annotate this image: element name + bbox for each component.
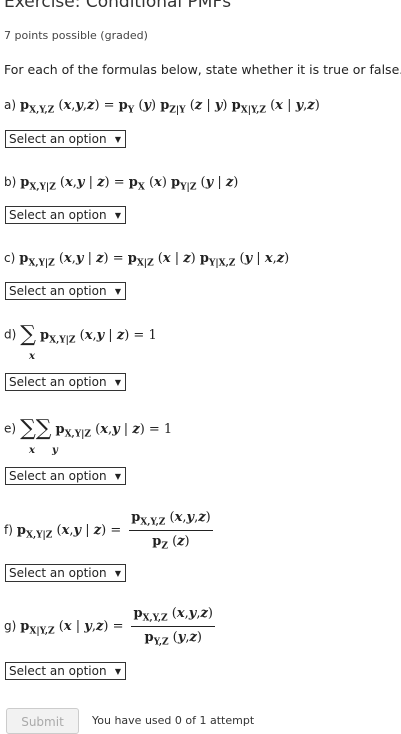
dropdown-arrow-icon: ▼ bbox=[114, 569, 121, 578]
sum-index-x: x bbox=[29, 445, 35, 456]
question-e-select[interactable]: Select an option ▼ bbox=[5, 467, 126, 485]
question-c-formula: c) pX,Y|Z (x,y | z) = pX|Z (x | z) pY|X,… bbox=[4, 251, 290, 269]
question-d-label: d) bbox=[4, 327, 17, 342]
sum-symbol: ∑ bbox=[35, 416, 52, 441]
question-c-label: c) bbox=[4, 251, 16, 265]
question-f-select[interactable]: Select an option ▼ bbox=[5, 564, 126, 582]
question-a-label: a) bbox=[4, 98, 17, 112]
dropdown-arrow-icon: ▼ bbox=[114, 378, 121, 387]
sum-index-x: x bbox=[29, 351, 35, 362]
question-c-select[interactable]: Select an option ▼ bbox=[5, 282, 126, 300]
sum-symbol: ∑ bbox=[20, 416, 36, 441]
question-f-label: f) bbox=[4, 523, 13, 538]
points-info: 7 points possible (graded) bbox=[4, 29, 148, 42]
question-a-formula: a) pX,Y,Z (x,y,z) = pY (y) pZ|Y (z | y) … bbox=[4, 98, 320, 116]
fraction: pX,Y,Z (x,y,z) pZ (z) bbox=[129, 510, 213, 552]
question-a-select[interactable]: Select an option ▼ bbox=[5, 130, 126, 148]
instructions: For each of the formulas below, state wh… bbox=[4, 62, 401, 77]
question-b-formula: b) pX,Y|Z (x,y | z) = pX (x) pY|Z (y | z… bbox=[4, 175, 239, 193]
question-e-formula: e) ∑∑ pX,Y|Z (x,y | z) = 1 bbox=[4, 416, 173, 441]
dropdown-arrow-icon: ▼ bbox=[114, 472, 121, 481]
sum-symbol: ∑ bbox=[20, 322, 37, 347]
question-g-formula: g) pX|Y,Z (x | y,z) = pX,Y,Z (x,y,z) pY,… bbox=[4, 606, 215, 648]
sum-index-y: y bbox=[52, 445, 58, 456]
dropdown-arrow-icon: ▼ bbox=[114, 135, 121, 144]
question-f-formula: f) pX,Y|Z (x,y | z) = pX,Y,Z (x,y,z) pZ … bbox=[4, 510, 213, 552]
question-e-label: e) bbox=[4, 421, 17, 436]
fraction: pX,Y,Z (x,y,z) pY,Z (y,z) bbox=[131, 606, 215, 648]
dropdown-arrow-icon: ▼ bbox=[114, 211, 121, 220]
question-b-label: b) bbox=[4, 175, 17, 189]
question-d-select[interactable]: Select an option ▼ bbox=[5, 373, 126, 391]
dropdown-arrow-icon: ▼ bbox=[114, 667, 121, 676]
exercise-title: Exercise: Conditional PMFs bbox=[4, 0, 232, 12]
question-g-label: g) bbox=[4, 619, 17, 634]
question-d-formula: d) ∑ pX,Y|Z (x,y | z) = 1 bbox=[4, 322, 157, 347]
attempts-info: You have used 0 of 1 attempt bbox=[92, 714, 255, 727]
dropdown-arrow-icon: ▼ bbox=[114, 287, 121, 296]
question-g-select[interactable]: Select an option ▼ bbox=[5, 662, 126, 680]
submit-button[interactable]: Submit bbox=[6, 708, 79, 734]
question-b-select[interactable]: Select an option ▼ bbox=[5, 206, 126, 224]
